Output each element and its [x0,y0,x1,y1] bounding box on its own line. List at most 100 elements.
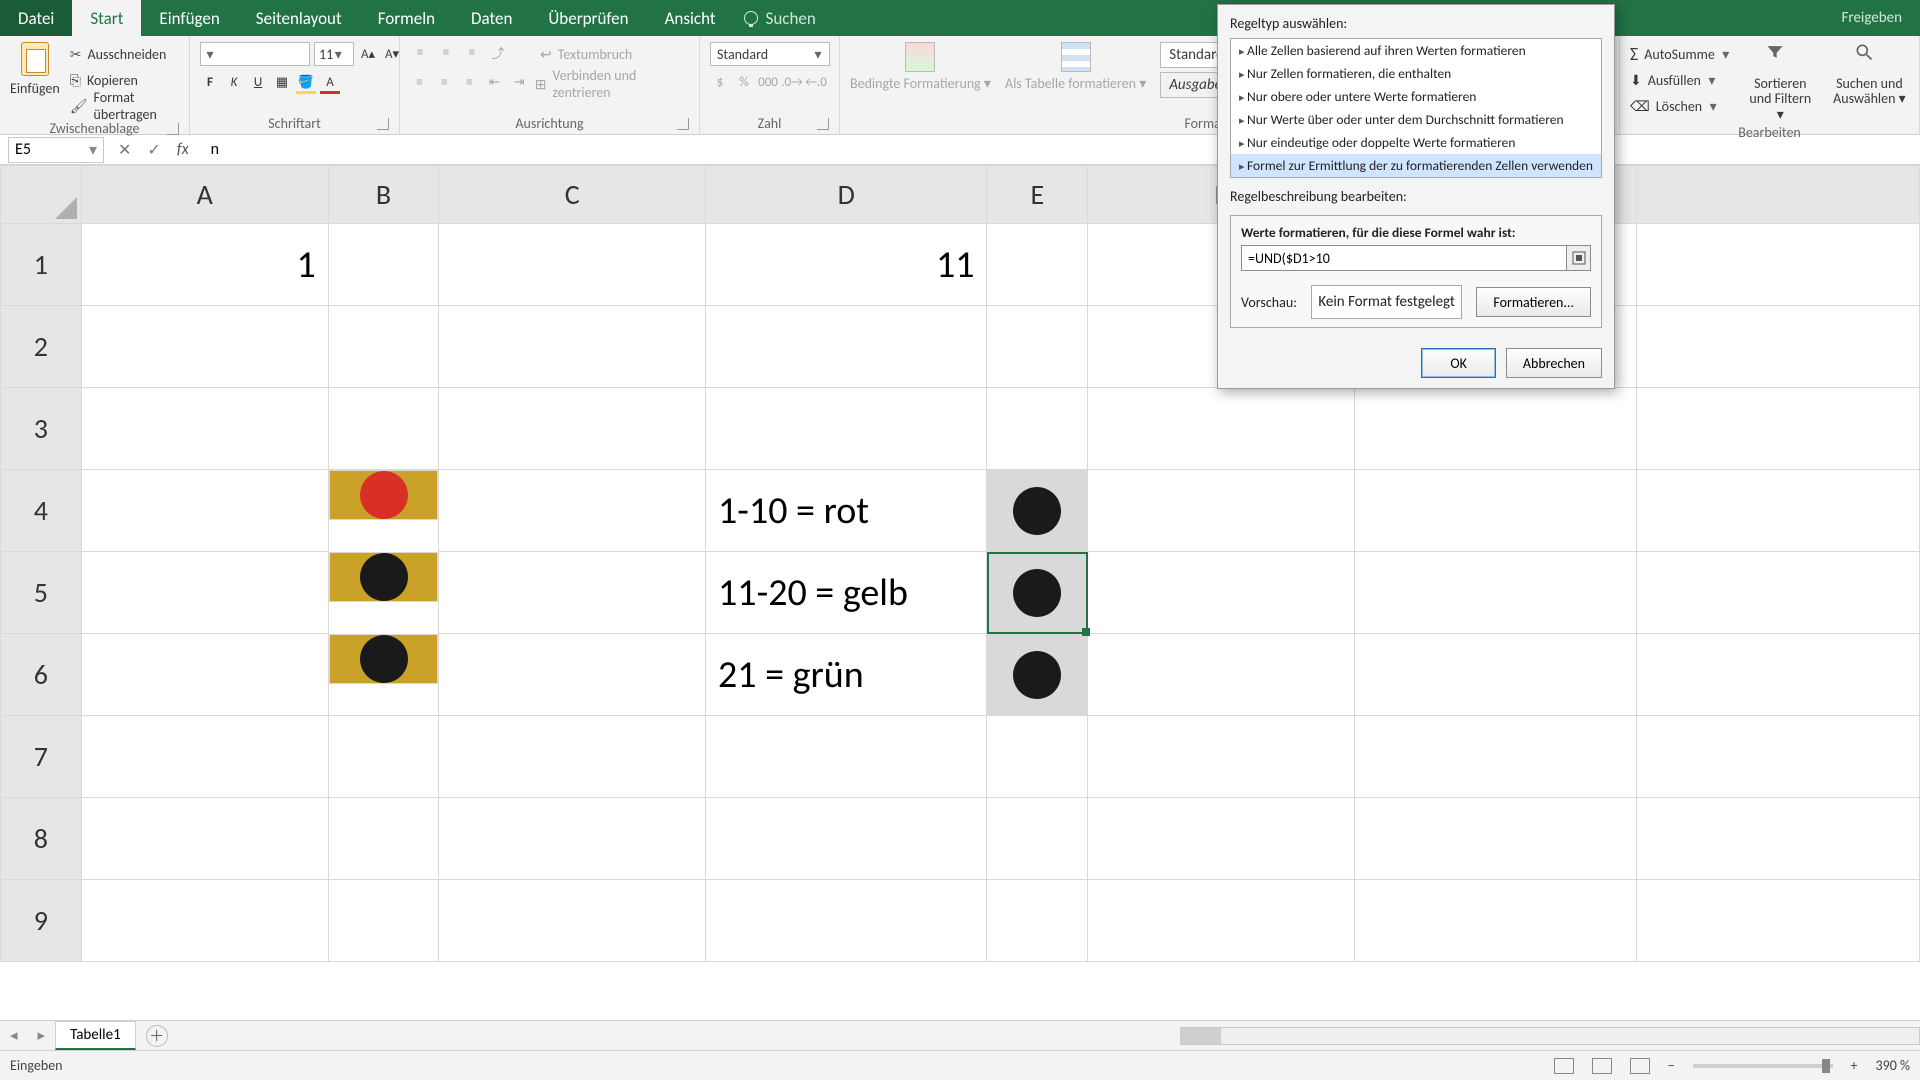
border-button[interactable]: ▦ [272,72,292,92]
increase-decimal-button[interactable]: .0→ [782,72,802,92]
select-all-corner[interactable] [1,166,82,224]
align-left-button[interactable]: ≡ [410,72,429,92]
cell-C6[interactable] [439,634,706,716]
row-header-8[interactable]: 8 [1,798,82,880]
cell-D9[interactable] [706,880,987,962]
rule-type-item[interactable]: Nur obere oder untere Werte formatieren [1231,85,1601,108]
worksheet-grid[interactable]: A B C D E F G 1 1 11 2 3 4 [0,165,1920,1020]
col-header-B[interactable]: B [328,166,439,224]
decrease-font-button[interactable]: A▾ [382,44,402,64]
font-color-button[interactable]: A [320,72,340,92]
col-header-D[interactable]: D [706,166,987,224]
tab-pagelayout[interactable]: Seitenlayout [238,0,360,36]
cell-B2[interactable] [328,306,439,388]
row-header-5[interactable]: 5 [1,552,82,634]
rule-type-item[interactable]: Nur Zellen formatieren, die enthalten [1231,62,1601,85]
cell-A2[interactable] [81,306,328,388]
cell-E8[interactable] [987,798,1088,880]
cell-E5[interactable] [987,552,1088,634]
col-header-H[interactable] [1637,166,1920,224]
col-header-C[interactable]: C [439,166,706,224]
cell-F6[interactable] [1088,634,1355,716]
sheet-nav-prev[interactable]: ◂ [0,1026,28,1045]
dialog-launcher-icon[interactable] [817,118,829,130]
zoom-slider-knob[interactable] [1822,1059,1830,1073]
cell-G4[interactable] [1354,470,1637,552]
cell-H4[interactable] [1637,470,1920,552]
cell-A3[interactable] [81,388,328,470]
accounting-format-button[interactable]: $ [710,72,730,92]
cell-E2[interactable] [987,306,1088,388]
format-button[interactable]: Formatieren... [1476,287,1591,317]
merge-center-button[interactable]: ⊞ Verbinden und zentrieren [535,72,689,96]
cell-G7[interactable] [1354,716,1637,798]
thousands-format-button[interactable]: 000 [758,72,778,92]
tab-review[interactable]: Überprüfen [530,0,646,36]
autosum-button[interactable]: Σ AutoSumme▾ [1630,42,1731,66]
cancel-button[interactable]: Abbrechen [1506,348,1602,378]
scrollbar-thumb[interactable] [1181,1028,1221,1044]
formula-input[interactable] [1241,245,1567,271]
rule-type-list[interactable]: Alle Zellen basierend auf ihren Werten f… [1230,38,1602,178]
row-header-3[interactable]: 3 [1,388,82,470]
cell-C1[interactable] [439,224,706,306]
fill-button[interactable]: ⬇ Ausfüllen▾ [1630,68,1731,92]
align-middle-button[interactable]: ≡ [436,42,456,62]
cut-button[interactable]: ✂ Ausschneiden [70,42,179,66]
format-as-table-button[interactable]: Als Tabelle formatieren ▾ [1005,42,1146,91]
cell-E3[interactable] [987,388,1088,470]
zoom-value[interactable]: 390 % [1876,1057,1910,1074]
cell-B3[interactable] [328,388,439,470]
underline-button[interactable]: U [248,72,268,92]
increase-font-button[interactable]: A▴ [358,44,378,64]
font-size-select[interactable]: 11 ▾ [314,42,354,66]
italic-button[interactable]: K [224,72,244,92]
horizontal-scrollbar[interactable] [1180,1027,1920,1045]
cell-B8[interactable] [328,798,439,880]
align-center-button[interactable]: ≡ [435,72,454,92]
cell-B7[interactable] [328,716,439,798]
number-format-select[interactable]: Standard ▾ [710,42,830,66]
cell-D8[interactable] [706,798,987,880]
formula-input[interactable]: n [203,140,1920,159]
cell-A4[interactable] [81,470,328,552]
cell-G6[interactable] [1354,634,1637,716]
dialog-launcher-icon[interactable] [377,118,389,130]
decrease-decimal-button[interactable]: ←.0 [806,72,826,92]
cell-B6[interactable] [329,634,439,684]
dialog-launcher-icon[interactable] [677,118,689,130]
cell-C4[interactable] [439,470,706,552]
cell-D5[interactable]: 11-20 = gelb [706,552,987,634]
tab-file[interactable]: Datei [0,0,72,36]
cell-D2[interactable] [706,306,987,388]
clear-button[interactable]: ⌫ Löschen▾ [1630,94,1731,118]
row-header-2[interactable]: 2 [1,306,82,388]
cell-E9[interactable] [987,880,1088,962]
cell-F8[interactable] [1088,798,1355,880]
tab-formulas[interactable]: Formeln [360,0,453,36]
row-header-1[interactable]: 1 [1,224,82,306]
cell-F7[interactable] [1088,716,1355,798]
fill-color-button[interactable]: 🪣 [296,72,316,92]
row-header-4[interactable]: 4 [1,470,82,552]
sheet-nav-next[interactable]: ▸ [28,1026,56,1045]
dialog-launcher-icon[interactable] [167,123,179,135]
sort-filter-button[interactable]: Sortieren und Filtern ▾ [1745,42,1816,122]
cell-C9[interactable] [439,880,706,962]
cell-F9[interactable] [1088,880,1355,962]
cell-D1[interactable]: 11 [706,224,987,306]
tell-me-search[interactable]: Suchen [744,0,816,36]
cell-G9[interactable] [1354,880,1637,962]
cell-F4[interactable] [1088,470,1355,552]
cell-D4[interactable]: 1-10 = rot [706,470,987,552]
paste-button[interactable]: Einfügen [10,42,60,97]
cancel-edit-button[interactable]: ✕ [118,140,131,160]
col-header-E[interactable]: E [987,166,1088,224]
cell-D3[interactable] [706,388,987,470]
cell-A5[interactable] [81,552,328,634]
cell-D7[interactable] [706,716,987,798]
cell-C3[interactable] [439,388,706,470]
align-right-button[interactable]: ≡ [460,72,479,92]
insert-function-button[interactable]: fx [177,140,189,159]
cell-H2[interactable] [1637,306,1920,388]
